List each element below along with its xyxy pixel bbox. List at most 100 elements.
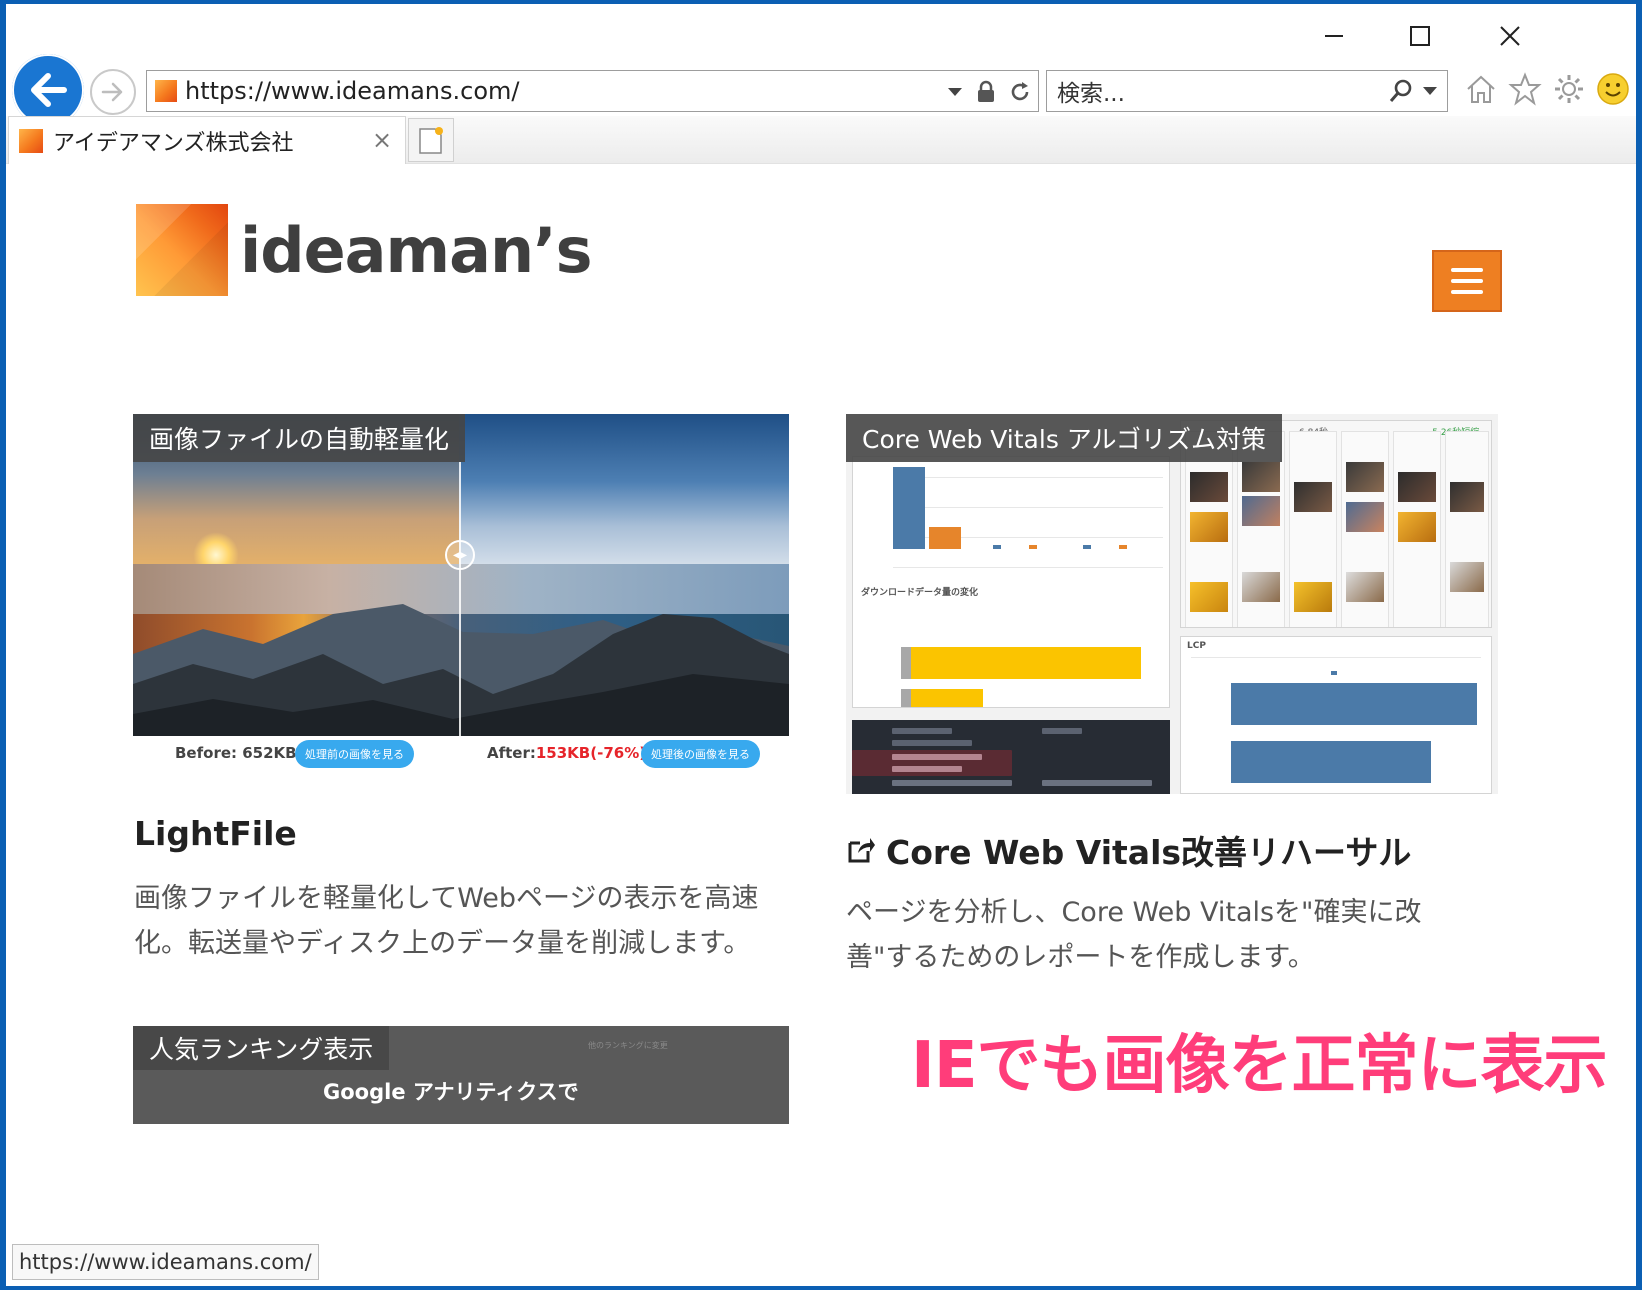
phone-photo	[1398, 472, 1436, 502]
chart-gridline	[893, 477, 1163, 478]
card-desc-lightfile: 画像ファイルを軽量化してWebページの表示を高速化。転送量やディスク上のデータ量…	[134, 883, 759, 959]
before-image-button[interactable]: 処理前の画像を見る	[295, 740, 414, 768]
card-desc-cwv: ページを分析し、Core Web Vitalsを"確実に改善"するためのレポート…	[846, 897, 1422, 973]
menu-button[interactable]	[1432, 250, 1502, 312]
address-bar[interactable]: https://www.ideamans.com/	[146, 70, 1039, 112]
lcp-chart-screenshot: LCP	[1180, 636, 1492, 794]
close-icon	[1500, 26, 1520, 46]
report-chart-screenshot: ダウンロードデータ量の変化	[852, 456, 1170, 708]
new-tab-button[interactable]	[408, 118, 454, 162]
cwv-card-image[interactable]: ダウンロードデータ量の変化 6.84秒 -5.26秒短縮	[846, 414, 1500, 794]
ranking-card[interactable]: 人気ランキング表示 他のランキングに変更 Google アナリティクスで	[133, 1026, 789, 1124]
hamburger-icon	[1451, 268, 1483, 272]
chart-bar	[911, 689, 983, 707]
chart-bar	[901, 689, 911, 707]
code-line	[1042, 728, 1082, 734]
phone-screen	[1445, 431, 1489, 627]
logo-mark-icon	[136, 204, 228, 296]
phone-photo	[1346, 502, 1384, 532]
site-favicon-icon	[155, 80, 177, 102]
code-line	[1042, 780, 1152, 786]
smiley-icon[interactable]	[1596, 72, 1630, 106]
legend-swatch	[1331, 671, 1337, 675]
forward-arrow-icon	[101, 82, 123, 102]
card-category-label: 人気ランキング表示	[133, 1026, 390, 1070]
phone-photo	[1346, 572, 1384, 602]
code-line	[892, 766, 962, 772]
phone-photo	[1242, 572, 1280, 602]
back-arrow-icon	[31, 73, 67, 107]
annotation-text: IEでも画像を正常に表示	[911, 1029, 1608, 1103]
chart-bar	[1119, 545, 1127, 549]
chart-bar	[1029, 545, 1037, 549]
after-image-button[interactable]: 処理後の画像を見る	[641, 740, 760, 768]
phone-photo	[1242, 496, 1280, 526]
search-icon[interactable]	[1387, 77, 1415, 105]
lock-icon[interactable]	[976, 80, 996, 104]
after-value: 153KB(-76%)	[535, 744, 647, 762]
comparison-divider	[459, 462, 461, 736]
phone-screen	[1341, 431, 1389, 627]
code-diff-screenshot	[852, 720, 1170, 794]
chart-bar	[911, 647, 1141, 679]
chart-caption: ダウンロードデータ量の変化	[861, 588, 979, 598]
chart-bar	[901, 647, 911, 679]
phone-photo	[1450, 562, 1484, 592]
photo-sky-after	[459, 414, 789, 564]
refresh-icon[interactable]	[1008, 80, 1032, 104]
address-tools	[946, 77, 1032, 107]
code-line	[892, 728, 952, 734]
close-button[interactable]	[1480, 16, 1540, 56]
photo-mountains	[133, 604, 789, 736]
lcp-title: LCP	[1187, 641, 1206, 651]
forward-button[interactable]	[90, 69, 136, 115]
minimize-icon	[1325, 35, 1343, 37]
tab-bar: アイデアマンズ株式会社 ×	[6, 116, 1636, 164]
chart-bar	[993, 545, 1001, 549]
search-tools	[1387, 77, 1439, 105]
browser-window: https://www.ideamans.com/ 検索... アイデアマンズ株…	[6, 4, 1636, 1286]
tab-title: アイデアマンズ株式会社	[53, 130, 294, 156]
hamburger-line	[1451, 279, 1483, 283]
phone-photo	[1294, 482, 1332, 512]
comparison-handle[interactable]: ◂▸	[445, 540, 475, 570]
before-size: Before: 652KB	[175, 744, 297, 762]
navigation-bar: https://www.ideamans.com/ 検索...	[6, 52, 1636, 126]
card-title-text: Core Web Vitals改善リハーサル	[886, 833, 1412, 872]
card-title-cwv[interactable]: Core Web Vitals改善リハーサル	[846, 826, 1411, 874]
lightfile-card-image[interactable]: ◂▸ Before: 652KB 処理前の画像を見る After:153KB(-…	[133, 414, 789, 776]
phone-photo	[1242, 462, 1280, 492]
chart-gridline	[1191, 657, 1481, 658]
search-box[interactable]: 検索...	[1046, 70, 1448, 112]
phone-photo	[1398, 512, 1436, 542]
phone-photo	[1450, 482, 1484, 512]
status-bar-url: https://www.ideamans.com/	[12, 1244, 319, 1280]
card-title-lightfile[interactable]: LightFile	[134, 814, 297, 853]
chart-gridline	[893, 507, 1163, 508]
tab-favicon-icon	[19, 128, 43, 153]
search-input[interactable]: 検索...	[1057, 74, 1125, 108]
home-icon[interactable]	[1464, 72, 1498, 106]
search-dropdown-icon[interactable]	[1421, 85, 1439, 97]
chart-bar	[1231, 741, 1431, 783]
gear-icon[interactable]	[1552, 72, 1586, 106]
star-icon[interactable]	[1508, 72, 1542, 106]
ranking-faint-text: 他のランキングに変更	[588, 1041, 668, 1050]
code-line	[892, 780, 1012, 786]
phone-photo	[1190, 472, 1228, 502]
tab-close-icon[interactable]: ×	[369, 126, 395, 154]
comparison-footer: Before: 652KB 処理前の画像を見る After:153KB(-76%…	[133, 736, 789, 776]
minimize-button[interactable]	[1304, 16, 1364, 56]
address-text[interactable]: https://www.ideamans.com/	[185, 77, 520, 105]
browser-toolbar	[1464, 72, 1630, 106]
code-line	[892, 740, 972, 746]
dropdown-arrow-icon[interactable]	[946, 86, 964, 98]
chart-gridline	[893, 567, 1163, 568]
maximize-button[interactable]	[1390, 16, 1450, 56]
chart-bar	[893, 467, 925, 549]
phone-photo	[1190, 582, 1228, 612]
phone-photo	[1294, 582, 1332, 612]
new-tab-icon	[419, 127, 443, 154]
tab-ideamans[interactable]: アイデアマンズ株式会社 ×	[8, 116, 406, 164]
site-logo[interactable]: ideaman’s	[136, 204, 593, 296]
